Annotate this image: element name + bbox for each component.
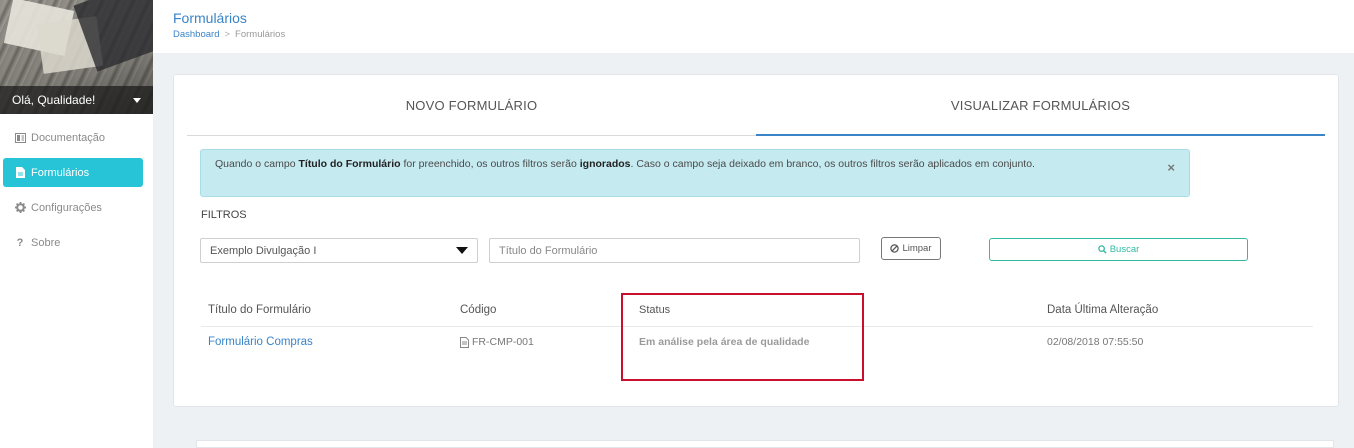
file-icon [460,336,469,348]
row-code-text: FR-CMP-001 [472,336,534,348]
breadcrumb-separator: > [224,29,231,40]
column-header-date: Data Última Alteração [1047,304,1159,316]
breadcrumb-current: Formulários [235,29,286,40]
page-title: Formulários [173,10,247,26]
search-button[interactable]: Buscar [989,238,1248,261]
row-title-link[interactable]: Formulário Compras [208,336,313,348]
alert-text: Quando o campo [215,158,299,170]
book-icon [14,132,26,143]
file-icon [14,167,26,178]
user-menu-toggle[interactable]: Olá, Qualidade! [0,86,153,114]
alert-text: for preenchido, os outros filtros serão [400,158,580,170]
tab-visualizar-formularios[interactable]: VISUALIZAR FORMULÁRIOS [756,75,1325,136]
user-greeting: Olá, Qualidade! [12,93,96,107]
search-icon [1097,245,1107,254]
form-title-input[interactable] [489,238,860,263]
sidebar-item-label: Formulários [31,166,90,179]
gear-icon [14,202,26,213]
tab-novo-formulario[interactable]: NOVO FORMULÁRIO [187,75,756,135]
clear-button[interactable]: Limpar [881,237,941,260]
search-button-label: Buscar [1109,244,1140,255]
filters-heading: FILTROS [201,209,247,221]
tabs: NOVO FORMULÁRIO VISUALIZAR FORMULÁRIOS [187,75,1325,136]
sidebar-item-configuracoes[interactable]: Configurações [3,193,143,222]
question-icon: ? [16,236,24,249]
status-highlight-box [621,293,864,381]
column-header-title: Título do Formulário [208,304,311,316]
form-type-select[interactable]: Exemplo Divulgação I [200,238,478,263]
alert-bold-ignored: ignorados [579,158,631,170]
info-alert: Quando o campo Título do Formulário for … [200,149,1190,197]
select-value: Exemplo Divulgação I [210,244,317,257]
row-date: 02/08/2018 07:55:50 [1047,336,1144,348]
caret-down-icon [456,247,468,254]
caret-down-icon [133,97,141,103]
sidebar-item-label: Documentação [31,131,105,144]
bottom-card [196,440,1334,448]
clear-button-label: Limpar [902,243,932,254]
ban-icon [890,244,900,253]
alert-text: . Caso o campo seja deixado em branco, o… [630,158,1035,170]
page-header: Formulários Dashboard > Formulários [153,0,1354,53]
column-header-code: Código [460,304,497,316]
sidebar-item-documentacao[interactable]: Documentação [3,123,143,152]
sidebar-item-label: Sobre [31,236,61,249]
breadcrumb-dashboard-link[interactable]: Dashboard [173,29,219,40]
alert-bold-field: Título do Formulário [298,158,401,170]
close-icon[interactable]: × [1167,160,1175,175]
sidebar-item-label: Configurações [31,201,102,214]
sidebar-nav: Documentação Formulários Configurações ?… [0,114,153,257]
sidebar: Olá, Qualidade! Documentação Formulários… [0,0,153,448]
profile-banner: Olá, Qualidade! [0,0,153,114]
row-code: FR-CMP-001 [460,336,534,348]
sidebar-item-sobre[interactable]: ? Sobre [3,228,143,257]
sidebar-item-formularios[interactable]: Formulários [3,158,143,187]
breadcrumb: Dashboard > Formulários [173,29,1334,40]
